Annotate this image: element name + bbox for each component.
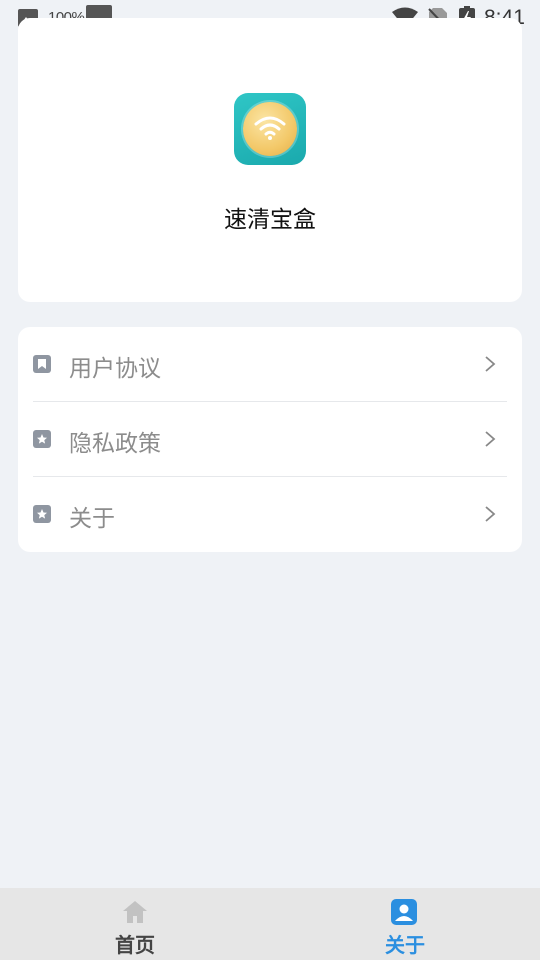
bookmark-icon xyxy=(33,355,51,373)
wifi-coin-app-icon xyxy=(234,93,306,165)
bottom-tab-bar: 首页 关于 xyxy=(0,888,540,960)
menu-item-about[interactable]: 关于 xyxy=(18,477,522,552)
tab-home[interactable]: 首页 xyxy=(0,888,270,960)
settings-menu: 用户协议 隐私政策 关于 xyxy=(18,327,522,552)
menu-item-user-agreement[interactable]: 用户协议 xyxy=(18,327,522,402)
menu-item-privacy-policy[interactable]: 隐私政策 xyxy=(18,402,522,477)
tab-about[interactable]: 关于 xyxy=(270,888,540,960)
tab-label: 首页 xyxy=(115,933,155,957)
chevron-right-icon xyxy=(485,506,496,522)
profile-icon xyxy=(391,899,417,925)
chevron-right-icon xyxy=(485,356,496,372)
star-badge-icon xyxy=(33,430,51,448)
chevron-right-icon xyxy=(485,431,496,447)
star-badge-icon xyxy=(33,505,51,523)
home-icon xyxy=(123,901,147,923)
menu-item-label: 用户协议 xyxy=(69,356,161,382)
menu-item-label: 隐私政策 xyxy=(69,431,161,457)
app-info-card: 速清宝盒 xyxy=(18,18,522,302)
menu-item-label: 关于 xyxy=(69,506,115,532)
app-name: 速清宝盒 xyxy=(224,207,316,233)
tab-label: 关于 xyxy=(385,933,425,957)
